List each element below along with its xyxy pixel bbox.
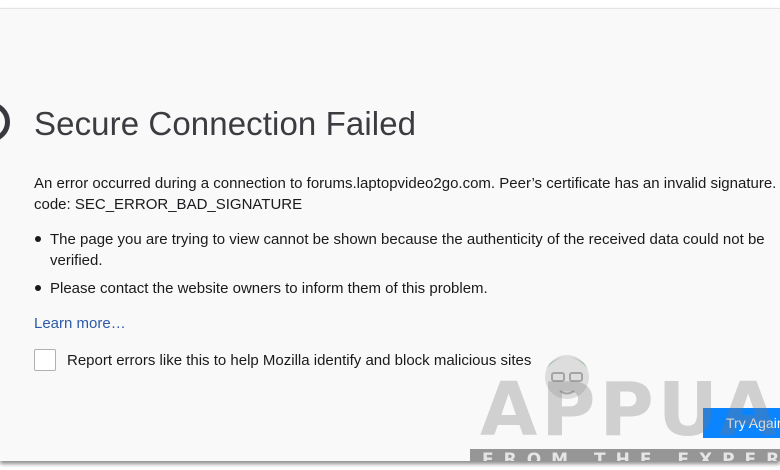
list-item-text: Please contact the website owners to inf… <box>50 280 488 297</box>
bullet-icon <box>35 285 41 291</box>
watermark-tagline: FROM THE EXPERTS! <box>482 450 780 461</box>
error-details-list: The page you are trying to view cannot b… <box>34 229 780 306</box>
error-description: An error occurred during a connection to… <box>34 173 780 215</box>
report-errors-checkbox[interactable] <box>34 349 56 371</box>
error-page: Secure Connection Failed An error occurr… <box>0 8 780 461</box>
try-again-button[interactable]: Try Again <box>703 408 780 438</box>
error-description-text: An error occurred during a connection to… <box>34 175 777 192</box>
error-icon <box>0 102 10 142</box>
bullet-icon <box>35 236 41 242</box>
report-errors-option[interactable]: Report errors like this to help Mozilla … <box>34 349 531 371</box>
watermark-band <box>470 449 780 461</box>
list-item-text-continued: verified. <box>50 252 103 269</box>
list-item: The page you are trying to view cannot b… <box>34 229 780 271</box>
mascot-logo-icon <box>545 355 589 399</box>
error-code: code: SEC_ERROR_BAD_SIGNATURE <box>34 196 303 213</box>
list-item-text: The page you are trying to view cannot b… <box>50 231 765 248</box>
list-item: Please contact the website owners to inf… <box>34 278 780 299</box>
page-title: Secure Connection Failed <box>34 105 417 142</box>
report-errors-label[interactable]: Report errors like this to help Mozilla … <box>67 352 531 369</box>
browser-viewport: Secure Connection Failed An error occurr… <box>0 0 780 470</box>
learn-more-link[interactable]: Learn more… <box>34 315 126 332</box>
